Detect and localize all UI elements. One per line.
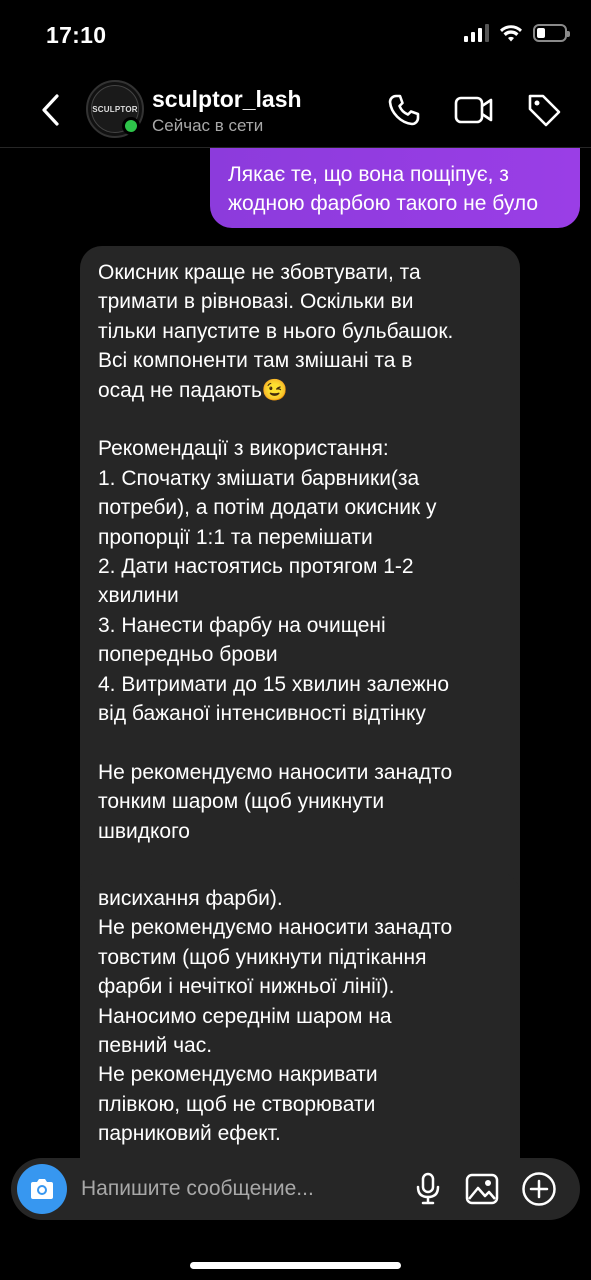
battery-icon	[533, 24, 570, 42]
message-outgoing[interactable]: Лякає те, що вона пощіпує, з жодною фарб…	[210, 148, 580, 228]
message-incoming[interactable]: висихання фарби). Не рекомендуємо наноси…	[80, 872, 520, 1158]
chat-header: SCULPTOR sculptor_lash Сейчас в сети	[0, 72, 591, 148]
plus-circle-icon	[522, 1172, 556, 1206]
cellular-signal-icon	[464, 24, 489, 42]
image-icon	[465, 1173, 499, 1205]
message-input[interactable]	[81, 1170, 401, 1208]
contact-name[interactable]: sculptor_lash	[152, 86, 302, 113]
contact-status: Сейчас в сети	[152, 116, 264, 135]
video-call-button[interactable]	[454, 90, 494, 130]
tag-icon	[528, 94, 561, 127]
status-icons	[464, 24, 570, 42]
video-camera-icon	[454, 96, 493, 124]
wifi-icon	[500, 25, 522, 42]
message-composer	[11, 1158, 580, 1220]
microphone-icon	[416, 1172, 440, 1205]
phone-icon	[388, 94, 420, 126]
voice-call-button[interactable]	[384, 90, 424, 130]
voice-message-button[interactable]	[408, 1169, 448, 1209]
gallery-button[interactable]	[462, 1169, 502, 1209]
message-incoming[interactable]: Окисник краще не збовтувати, та тримати …	[80, 246, 520, 968]
status-time: 17:10	[46, 22, 107, 48]
back-button[interactable]	[34, 90, 68, 130]
home-indicator[interactable]	[190, 1262, 401, 1269]
more-options-button[interactable]	[519, 1169, 559, 1209]
tag-button[interactable]	[524, 90, 564, 130]
chevron-left-icon	[42, 94, 59, 126]
status-bar: 17:10	[0, 0, 591, 70]
camera-icon	[31, 1179, 53, 1199]
camera-button[interactable]	[17, 1164, 67, 1214]
online-indicator	[122, 117, 140, 135]
message-thread[interactable]: Лякає те, що вона пощіпує, з жодною фарб…	[0, 148, 591, 1158]
